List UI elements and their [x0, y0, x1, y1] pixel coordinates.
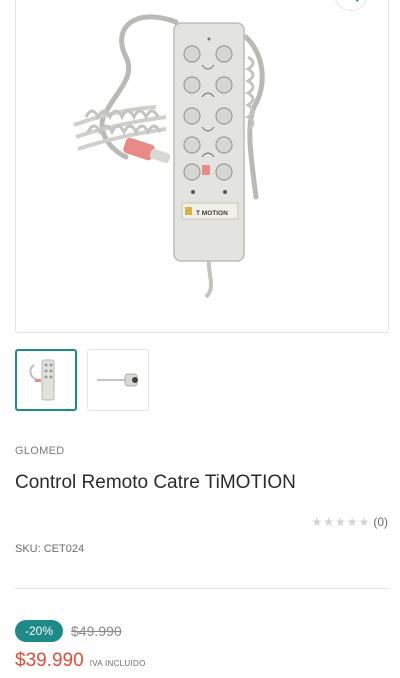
price-sale-row: $39.990 IVA INCLUIDO — [15, 650, 146, 672]
remote-brand-label: T MOTION — [196, 210, 228, 217]
star-icon: ★ — [335, 515, 346, 529]
star-icon: ★ — [346, 515, 358, 529]
thumbnail-cable-connector[interactable] — [87, 349, 149, 411]
thumbnail-connector-image — [97, 373, 138, 387]
product-sku: SKU: CET024 — [15, 543, 85, 555]
divider — [15, 588, 389, 589]
thumbnail-remote-front[interactable] — [15, 349, 77, 411]
rating-stars: ★ ★ ★ ★ ★ — [312, 516, 370, 528]
star-icon: ★ — [311, 515, 323, 529]
star-icon: ★ — [358, 515, 370, 529]
sale-price: $39.990 — [15, 650, 84, 671]
product-vendor[interactable]: GLOMED — [15, 445, 64, 457]
star-icon: ★ — [323, 515, 335, 529]
rating-count: (0) — [373, 515, 388, 529]
compare-price: $49.990 — [71, 623, 122, 639]
magnifier-icon — [355, 0, 359, 2]
product-rating[interactable]: ★ ★ ★ ★ ★ (0) — [312, 515, 389, 529]
thumbnail-strip — [15, 349, 149, 411]
thumbnail-remote-image — [29, 359, 55, 401]
product-image-gallery[interactable]: T MOTION — [15, 0, 389, 333]
product-photo: T MOTION — [73, 14, 265, 299]
discount-badge: -20% — [15, 620, 64, 642]
price-compare-row: -20% $49.990 — [15, 620, 122, 642]
tax-note: IVA INCLUIDO — [89, 659, 146, 668]
product-title: Control Remoto Catre TiMOTION — [15, 472, 296, 493]
